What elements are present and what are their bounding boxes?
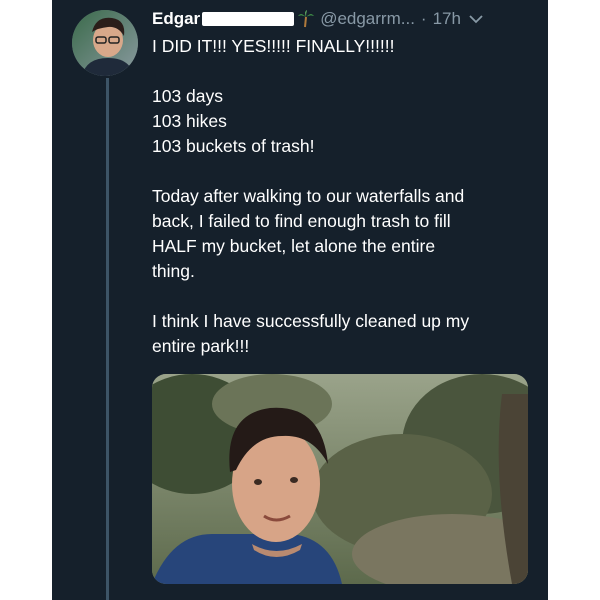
tweet-line: I think I have successfully cleaned up m… (152, 311, 470, 331)
thread-connector-line (106, 78, 109, 600)
tweet-body: I DID IT!!! YES!!!!! FINALLY!!!!!! 103 d… (152, 34, 542, 359)
tweet-line: HALF my bucket, let alone the entire (152, 236, 436, 256)
author-handle[interactable]: @edgarrm... (320, 9, 415, 29)
tweet-line: 103 hikes (152, 111, 227, 131)
tweet-header: Edgar @edgarrm... · 17h (152, 8, 542, 30)
tweet-line: entire park!!! (152, 336, 250, 356)
tweet-line: back, I failed to find enough trash to f… (152, 211, 451, 231)
chevron-down-icon[interactable] (469, 14, 483, 24)
avatar[interactable] (72, 10, 138, 76)
tweet-line: thing. (152, 261, 195, 281)
tweet-line: 103 days (152, 86, 224, 106)
redaction-bar (202, 12, 295, 26)
tweet-line: 103 buckets of trash! (152, 136, 315, 156)
time-separator: · (420, 9, 427, 28)
tweet-line: I DID IT!!! YES!!!!! FINALLY!!!!!! (152, 36, 395, 56)
tweet-frame: Edgar @edgarrm... · 17h I DID IT!!! YES!… (52, 0, 548, 600)
tweet-media-image[interactable] (152, 374, 528, 584)
selfie-photo (152, 374, 528, 584)
avatar-image (72, 10, 138, 76)
palm-tree-icon (298, 10, 315, 28)
tweet-line: Today after walking to our waterfalls an… (152, 186, 465, 206)
author-name[interactable]: Edgar (152, 9, 200, 29)
tweet-time[interactable]: 17h (433, 9, 461, 29)
